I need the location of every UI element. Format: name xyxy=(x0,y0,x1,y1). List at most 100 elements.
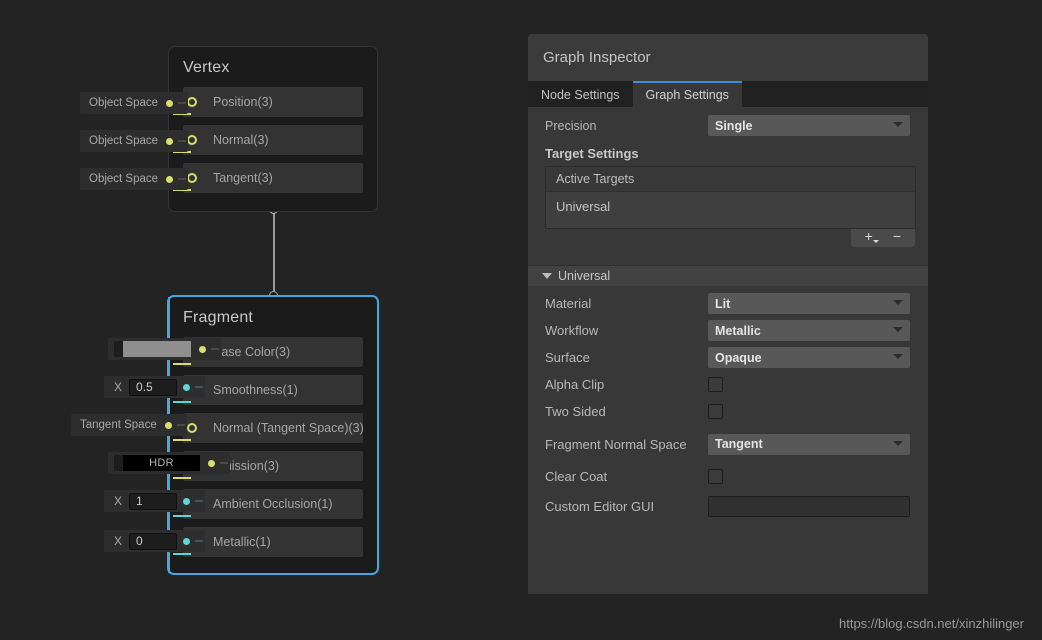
control-port-dot[interactable] xyxy=(166,99,174,107)
target-settings-heading: Target Settings xyxy=(545,146,639,161)
control-position-space[interactable]: Object Space xyxy=(80,92,189,114)
active-target-item-universal[interactable]: Universal xyxy=(546,192,915,228)
custom-editor-gui-input[interactable] xyxy=(708,495,910,517)
active-targets-header: Active Targets xyxy=(546,167,915,192)
control-wire-stub xyxy=(176,424,185,426)
control-wire-stub xyxy=(195,500,204,502)
port-row-normal-tangent-space[interactable]: Normal (Tangent Space)(3) xyxy=(169,413,377,443)
tab-graph-settings[interactable]: Graph Settings xyxy=(632,81,742,107)
control-port-dot[interactable] xyxy=(199,345,206,353)
fragment-node-title: Fragment xyxy=(183,309,254,326)
control-label: Tangent Space xyxy=(80,419,157,431)
control-smoothness-value[interactable]: X 0.5 xyxy=(104,376,206,398)
swatch-wrap xyxy=(114,341,191,357)
control-port-dot[interactable] xyxy=(208,459,215,467)
property-row-clear-coat: Clear Coat xyxy=(528,463,928,490)
add-target-button[interactable]: + xyxy=(855,229,883,244)
control-wire-stub xyxy=(178,178,187,180)
inspector-tabbar: Node Settings Graph Settings xyxy=(528,81,928,107)
control-port-dot[interactable] xyxy=(164,421,172,429)
port-slot xyxy=(183,163,363,193)
material-value: Lit xyxy=(715,296,731,311)
control-tangent-space[interactable]: Object Space xyxy=(80,168,189,190)
graph-inspector-title: Graph Inspector xyxy=(528,34,928,81)
chevron-down-icon xyxy=(893,327,903,332)
precision-row: Precision Single xyxy=(528,107,928,140)
port-wire xyxy=(173,363,191,365)
surface-dropdown[interactable]: Opaque xyxy=(708,347,910,368)
control-metallic-value[interactable]: X 0 xyxy=(104,530,206,552)
fragment-normal-space-dropdown[interactable]: Tangent xyxy=(708,433,910,455)
port-connector-normal[interactable] xyxy=(173,135,197,153)
number-input-metallic[interactable]: 0 xyxy=(129,532,178,550)
property-label-material: Material xyxy=(545,296,592,311)
target-buttons-row: + − xyxy=(528,229,928,255)
universal-properties: Material Lit Workflow Metallic Surface O… xyxy=(528,286,928,522)
control-emission-hdr-swatch[interactable]: HDR xyxy=(108,452,230,474)
control-port-dot[interactable] xyxy=(183,383,191,391)
universal-foldout-label: Universal xyxy=(558,269,611,283)
plus-icon: + xyxy=(864,229,873,244)
alpha-clip-checkbox[interactable] xyxy=(708,377,723,392)
control-port-dot[interactable] xyxy=(183,537,191,545)
workflow-dropdown[interactable]: Metallic xyxy=(708,320,910,341)
swatch-alpha-edge xyxy=(114,341,123,357)
color-swatch[interactable] xyxy=(123,341,191,357)
control-ambient-occlusion-value[interactable]: X 1 xyxy=(104,490,206,512)
control-label: Object Space xyxy=(89,173,159,185)
control-wire-stub xyxy=(178,102,187,104)
port-slot xyxy=(183,87,363,117)
shader-graph-window: Vertex Position(3) Normal(3) Tangent(3) … xyxy=(0,0,1042,640)
control-base-color-swatch[interactable] xyxy=(108,338,221,360)
property-label-clear-coat: Clear Coat xyxy=(545,469,608,484)
number-input-ambient-occlusion[interactable]: 1 xyxy=(129,492,178,510)
hdr-color-swatch[interactable]: HDR xyxy=(123,455,200,471)
port-row-position[interactable]: Position(3) xyxy=(169,87,377,117)
port-connector-normal-tangent-space[interactable] xyxy=(173,423,197,441)
port-connector-tangent[interactable] xyxy=(173,173,197,191)
chevron-down-icon xyxy=(893,354,903,359)
port-slot xyxy=(183,125,363,155)
property-row-workflow: Workflow Metallic xyxy=(528,317,928,344)
graph-inspector-panel: Graph Inspector Node Settings Graph Sett… xyxy=(528,34,928,594)
control-port-dot[interactable] xyxy=(166,137,174,145)
port-row-tangent[interactable]: Tangent(3) xyxy=(169,163,377,193)
universal-foldout-header[interactable]: Universal xyxy=(528,265,928,286)
property-row-fragment-normal-space: Fragment Normal Space Tangent xyxy=(528,425,928,463)
property-label-surface: Surface xyxy=(545,350,590,365)
property-row-alpha-clip: Alpha Clip xyxy=(528,371,928,398)
port-connector-position[interactable] xyxy=(173,97,197,115)
property-row-surface: Surface Opaque xyxy=(528,344,928,371)
tab-node-settings[interactable]: Node Settings xyxy=(528,81,633,107)
property-label-alpha-clip: Alpha Clip xyxy=(545,377,605,392)
two-sided-checkbox[interactable] xyxy=(708,404,723,419)
control-port-dot[interactable] xyxy=(183,497,191,505)
port-label-metallic: Metallic(1) xyxy=(213,535,271,549)
graph-canvas[interactable]: Vertex Position(3) Normal(3) Tangent(3) … xyxy=(0,0,510,640)
port-label-tangent: Tangent(3) xyxy=(213,171,273,185)
remove-target-button[interactable]: − xyxy=(883,229,911,244)
control-normal-tangent-space[interactable]: Tangent Space xyxy=(71,414,187,436)
precision-dropdown[interactable]: Single xyxy=(708,115,910,136)
property-label-custom-editor-gui: Custom Editor GUI xyxy=(545,498,655,514)
axis-label-x: X xyxy=(114,494,123,508)
swatch-wrap: HDR xyxy=(114,455,200,471)
vertex-node[interactable]: Vertex Position(3) Normal(3) Tangent(3) xyxy=(168,46,378,212)
vertex-node-title: Vertex xyxy=(183,59,230,76)
control-port-dot[interactable] xyxy=(166,175,174,183)
workflow-value: Metallic xyxy=(715,323,761,338)
port-row-normal[interactable]: Normal(3) xyxy=(169,125,377,155)
axis-label-x: X xyxy=(114,380,123,394)
clear-coat-checkbox[interactable] xyxy=(708,469,723,484)
inspector-body: Precision Single Target Settings Active … xyxy=(528,107,928,522)
property-label-workflow: Workflow xyxy=(545,323,599,338)
target-buttons-group: + − xyxy=(850,229,915,247)
number-input-smoothness[interactable]: 0.5 xyxy=(129,378,178,396)
control-wire-stub xyxy=(178,140,187,142)
material-dropdown[interactable]: Lit xyxy=(708,293,910,314)
precision-value: Single xyxy=(715,118,753,133)
port-wire xyxy=(173,477,191,479)
property-row-material: Material Lit xyxy=(528,290,928,317)
control-normal-space[interactable]: Object Space xyxy=(80,130,189,152)
port-label-normal: Normal(3) xyxy=(213,133,269,147)
